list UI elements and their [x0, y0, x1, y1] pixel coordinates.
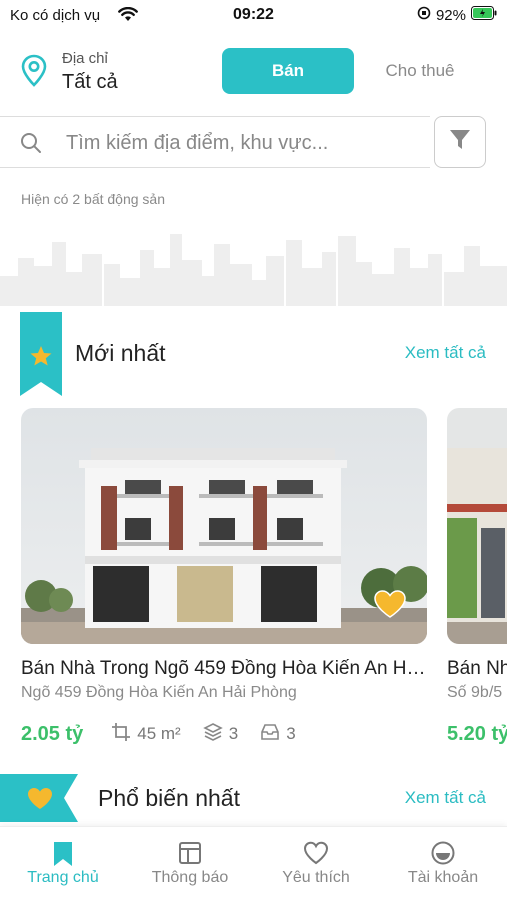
bookmark-icon [0, 841, 126, 867]
heart-ribbon-icon [0, 774, 78, 827]
city-skyline-illustration [0, 228, 507, 306]
segment-rent[interactable]: Cho thuê [368, 48, 472, 94]
listing-photo[interactable] [447, 408, 507, 644]
location-pin-icon[interactable] [20, 54, 48, 93]
tab-label: Tài khoản [407, 869, 479, 886]
tab-label: Thông báo [151, 869, 229, 886]
tab-label: Trang chủ [27, 869, 99, 886]
section-popular: Phổ biến nhất Xem tất cả [0, 774, 507, 822]
section-title: Phổ biến nhất [98, 785, 240, 811]
search-row [0, 116, 507, 170]
see-all-link[interactable]: Xem tất cả [405, 788, 486, 808]
listing-title[interactable]: Bán Nhà [447, 658, 507, 680]
listing-address: Số 9b/5 [447, 684, 503, 701]
listing-meta: 2.05 tỷ 45 m² 3 3 [21, 720, 427, 748]
inbox-icon [260, 722, 280, 747]
account-icon [380, 841, 506, 865]
tab-favorites[interactable]: Yêu thích [253, 827, 379, 900]
tab-notifications[interactable]: Thông báo [127, 827, 253, 900]
listing-photo[interactable] [21, 408, 427, 644]
search-input[interactable] [66, 127, 416, 159]
listing-meta: 5.20 tỷ [447, 720, 507, 748]
battery-icon [471, 6, 497, 24]
listing-area: 45 m² [137, 724, 181, 743]
area-meta: 45 m² [111, 722, 181, 747]
status-indicators: 92% [417, 6, 497, 24]
listing-title[interactable]: Bán Nhà Trong Ngõ 459 Đồng Hòa Kiến An H… [21, 658, 427, 680]
heart-icon [253, 841, 379, 865]
bedrooms-meta: 3 [260, 722, 296, 747]
star-ribbon-icon [20, 312, 62, 401]
tab-home[interactable]: Trang chủ [0, 827, 126, 900]
search-box[interactable] [0, 116, 430, 168]
tab-account[interactable]: Tài khoản [380, 827, 506, 900]
bottom-tab-bar: Trang chủ Thông báo Yêu thích Tài khoản [0, 826, 507, 900]
segment-sell[interactable]: Bán [222, 48, 354, 94]
listing-bedrooms: 3 [286, 724, 296, 743]
location-label[interactable]: Địa chỉ [62, 50, 108, 67]
crop-icon [111, 722, 131, 747]
listing-card[interactable]: Bán Nhà Số 9b/5 5.20 tỷ [447, 408, 507, 745]
listing-carousel[interactable]: Bán Nhà Trong Ngõ 459 Đồng Hòa Kiến An H… [0, 408, 507, 748]
location-value[interactable]: Tất cả [62, 71, 118, 94]
layers-icon [202, 722, 223, 747]
orientation-lock-icon [417, 6, 431, 24]
header: Địa chỉ Tất cả Bán Cho thuê [0, 44, 507, 104]
listing-floors: 3 [228, 724, 239, 743]
result-count: Hiện có 2 bất động sản [21, 191, 165, 207]
section-newest: Mới nhất Xem tất cả [0, 312, 507, 396]
filter-icon [449, 128, 471, 157]
listing-price: 2.05 tỷ [21, 722, 84, 745]
see-all-link[interactable]: Xem tất cả [405, 343, 486, 363]
status-bar: Ko có dịch vụ 09:22 92% [0, 0, 507, 30]
tab-label: Yêu thích [282, 869, 350, 886]
favorite-heart-icon[interactable] [373, 589, 407, 624]
listing-price: 5.20 tỷ [447, 722, 507, 745]
listing-card[interactable]: Bán Nhà Trong Ngõ 459 Đồng Hòa Kiến An H… [21, 408, 427, 745]
battery-percent: 92% [435, 6, 466, 24]
filter-button[interactable] [434, 116, 486, 168]
layout-icon [127, 841, 253, 865]
search-icon [20, 132, 42, 159]
listing-address: Ngõ 459 Đồng Hòa Kiến An Hải Phòng [21, 684, 297, 701]
section-title: Mới nhất [75, 340, 166, 366]
floors-meta: 3 [202, 722, 239, 747]
